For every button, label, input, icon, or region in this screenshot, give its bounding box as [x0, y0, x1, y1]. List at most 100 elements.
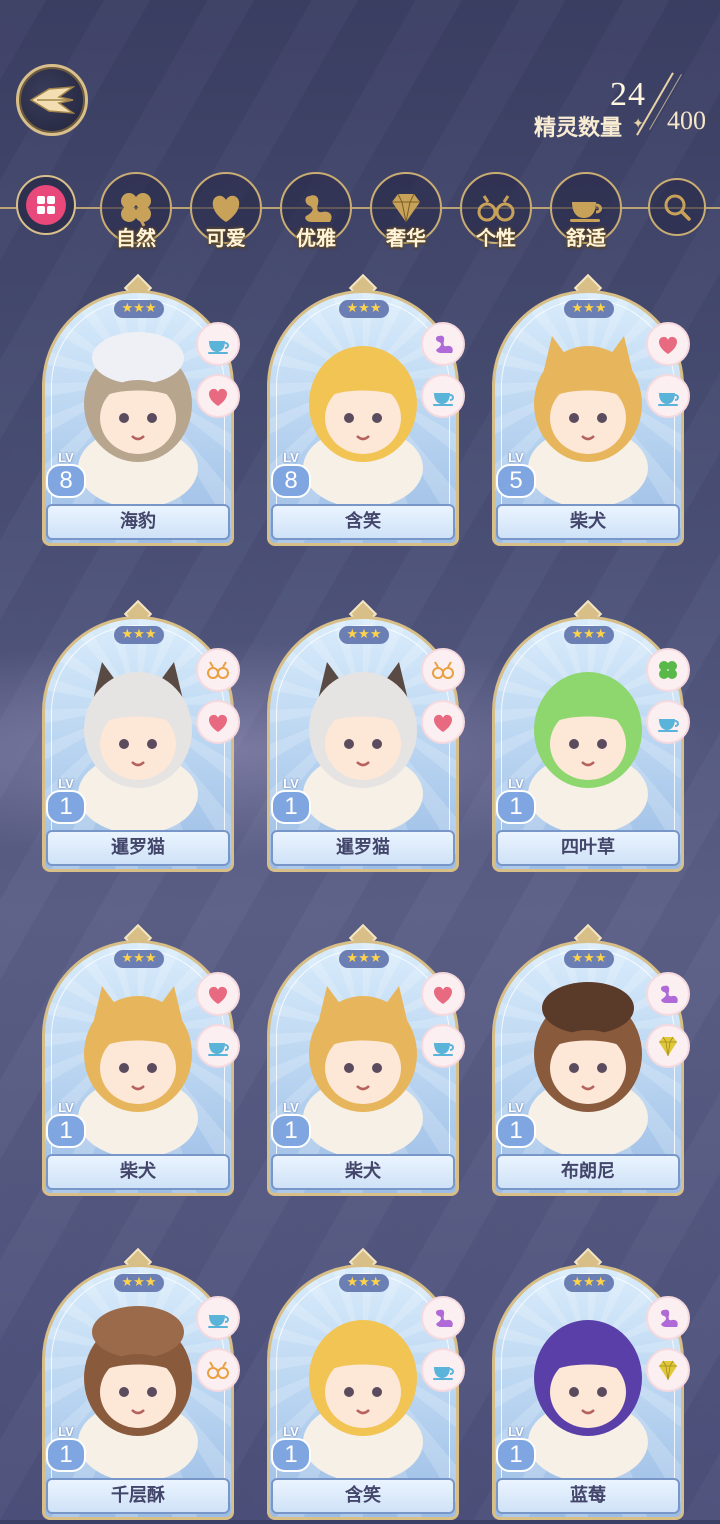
character-name: 千层酥 [46, 1478, 230, 1514]
level-value: 1 [284, 793, 298, 820]
counter-current: 24 [610, 76, 646, 113]
level-badge: LV 1 [44, 1098, 88, 1160]
teacup-icon [646, 374, 690, 418]
character-name: 暹罗猫 [46, 830, 230, 866]
swan-icon [421, 322, 465, 366]
character-name: 暹罗猫 [271, 830, 455, 866]
heart-icon [196, 972, 240, 1016]
star-rating: ★★★ [339, 1274, 389, 1292]
spirit-card[interactable]: ★★★ LV 1 布朗尼 [492, 923, 690, 1200]
star-rating: ★★★ [339, 300, 389, 318]
star-rating: ★★★ [114, 300, 164, 318]
search-icon [664, 194, 691, 221]
filter-luxury[interactable]: 奢华 [370, 172, 442, 250]
teacup-icon [421, 1024, 465, 1068]
level-badge: LV 8 [44, 448, 88, 510]
heart-icon [421, 972, 465, 1016]
character-name: 四叶草 [496, 830, 680, 866]
level-value: 1 [284, 1117, 298, 1144]
level-value: 1 [509, 1117, 523, 1144]
teacup-icon [196, 1024, 240, 1068]
filter-label: 舒适 [566, 226, 606, 250]
spirit-card[interactable]: ★★★ LV 1 四叶草 [492, 599, 690, 876]
level-label: LV [58, 450, 74, 465]
star-rating: ★★★ [114, 626, 164, 644]
spirit-card[interactable]: ★★★ LV 1 含笑 [267, 1247, 465, 1524]
filter-comfort[interactable]: 舒适 [550, 172, 622, 250]
spirit-card[interactable]: ★★★ LV 1 柴犬 [267, 923, 465, 1200]
character-name: 布朗尼 [496, 1154, 680, 1190]
level-label: LV [508, 776, 524, 791]
level-badge: LV 1 [494, 1098, 538, 1160]
spirit-card[interactable]: ★★★ LV 5 柴犬 [492, 273, 690, 550]
level-label: LV [508, 1100, 524, 1115]
level-label: LV [508, 1424, 524, 1439]
level-value: 8 [284, 467, 298, 494]
star-rating: ★★★ [564, 626, 614, 644]
character-name: 含笑 [271, 504, 455, 540]
character-name: 含笑 [271, 1478, 455, 1514]
level-label: LV [508, 450, 524, 465]
sparkle-icon: ✦ [632, 116, 644, 132]
swan-icon [646, 1296, 690, 1340]
filter-label: 自然 [116, 226, 156, 250]
spirit-card[interactable]: ★★★ LV 1 暹罗猫 [42, 599, 240, 876]
level-label: LV [58, 1424, 74, 1439]
star-rating: ★★★ [114, 1274, 164, 1292]
level-badge: LV 1 [44, 1422, 88, 1484]
counter-label: 精灵数量 [533, 116, 622, 141]
glasses-icon [421, 648, 465, 692]
teacup-icon [196, 1296, 240, 1340]
level-value: 1 [59, 1117, 73, 1144]
back-arrow-wings-icon [29, 86, 75, 114]
character-name: 柴犬 [496, 504, 680, 540]
level-label: LV [58, 1100, 74, 1115]
level-badge: LV 1 [269, 1098, 313, 1160]
back-button[interactable] [16, 64, 88, 136]
heart-icon [421, 700, 465, 744]
level-badge: LV 1 [269, 1422, 313, 1484]
glasses-icon [196, 1348, 240, 1392]
heart-icon [196, 374, 240, 418]
heart-icon [196, 700, 240, 744]
spirit-card[interactable]: ★★★ LV 1 千层酥 [42, 1247, 240, 1524]
filter-cute[interactable]: 可爱 [190, 172, 262, 250]
diamond-icon [646, 1024, 690, 1068]
spirit-card[interactable]: ★★★ LV 1 暹罗猫 [267, 599, 465, 876]
search-button[interactable] [648, 178, 706, 236]
level-value: 1 [284, 1441, 298, 1468]
level-value: 1 [509, 793, 523, 820]
filter-elegant[interactable]: 优雅 [280, 172, 352, 250]
teacup-icon [196, 322, 240, 366]
spirit-counter: ✦ 24 精灵数量 400 [486, 72, 706, 141]
level-value: 1 [59, 793, 73, 820]
swan-icon [646, 972, 690, 1016]
filter-label: 奢华 [386, 226, 426, 250]
star-rating: ★★★ [339, 950, 389, 968]
spirit-card[interactable]: ★★★ LV 1 蓝莓 [492, 1247, 690, 1524]
level-badge: LV 5 [494, 448, 538, 510]
teacup-icon [421, 374, 465, 418]
spirit-card[interactable]: ★★★ LV 1 柴犬 [42, 923, 240, 1200]
filter-personality[interactable]: 个性 [460, 172, 532, 250]
level-badge: LV 1 [44, 774, 88, 836]
level-label: LV [283, 776, 299, 791]
spirit-card[interactable]: ★★★ LV 8 含笑 [267, 273, 465, 550]
star-rating: ★★★ [564, 1274, 614, 1292]
teacup-icon [646, 700, 690, 744]
character-name: 柴犬 [46, 1154, 230, 1190]
diamond-icon [646, 1348, 690, 1392]
character-name: 海豹 [46, 504, 230, 540]
level-label: LV [283, 1100, 299, 1115]
teacup-icon [421, 1348, 465, 1392]
character-name: 柴犬 [271, 1154, 455, 1190]
heart-icon [646, 322, 690, 366]
clover-icon [646, 648, 690, 692]
level-badge: LV 8 [269, 448, 313, 510]
character-name: 蓝莓 [496, 1478, 680, 1514]
spirit-card[interactable]: ★★★ LV 8 海豹 [42, 273, 240, 550]
filter-natural[interactable]: 自然 [100, 172, 172, 250]
level-badge: LV 1 [494, 1422, 538, 1484]
star-rating: ★★★ [114, 950, 164, 968]
filter-label: 优雅 [296, 226, 336, 250]
